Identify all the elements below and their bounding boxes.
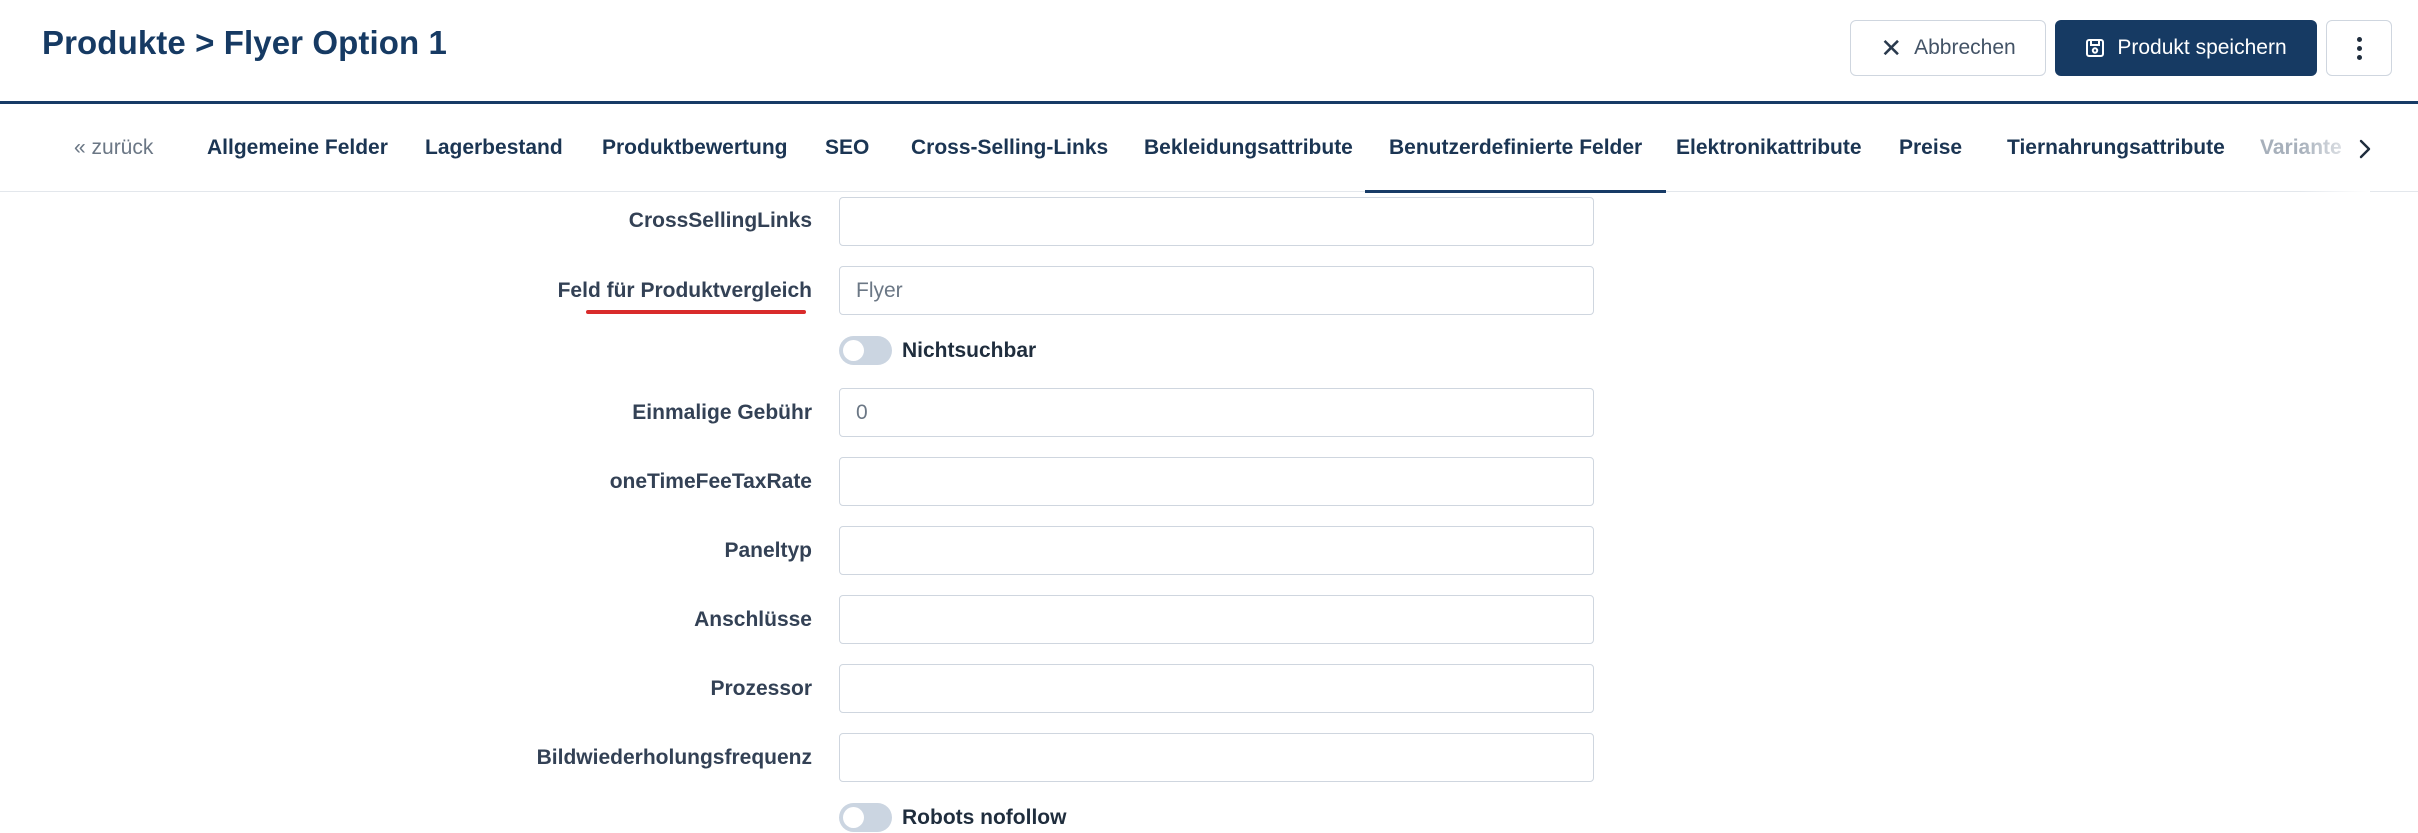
robots-nofollow-label: Robots nofollow	[902, 805, 1067, 829]
refresh-rate-label: Bildwiederholungsfrequenz	[536, 746, 812, 769]
crossselling-links-label: CrossSellingLinks	[628, 209, 812, 232]
connections-label: Anschlüsse	[694, 608, 812, 631]
tab-bar: « zurück Allgemeine Felder Lagerbestand …	[0, 104, 2418, 193]
tab-elektronikattribute[interactable]: Elektronikattribute	[1676, 104, 1862, 192]
robots-nofollow-row: Robots nofollow	[839, 803, 1066, 832]
processor-label: Prozessor	[710, 677, 812, 700]
tab-produktbewertung[interactable]: Produktbewertung	[602, 104, 788, 192]
close-icon: ✕	[1880, 32, 1903, 63]
tab-bekleidungsattribute[interactable]: Bekleidungsattribute	[1144, 104, 1353, 192]
cancel-button-label: Abbrechen	[1914, 36, 2016, 59]
back-link[interactable]: « zurück	[74, 104, 153, 192]
one-time-fee-label: Einmalige Gebühr	[632, 401, 812, 424]
tab-preise[interactable]: Preise	[1899, 104, 1962, 192]
compare-field-input[interactable]	[839, 266, 1594, 315]
save-icon	[2085, 38, 2105, 58]
more-options-button[interactable]	[2326, 20, 2392, 76]
processor-input[interactable]	[839, 664, 1594, 713]
page-title: Produkte > Flyer Option 1	[42, 24, 447, 61]
cancel-button[interactable]: ✕ Abbrechen	[1850, 20, 2046, 76]
tab-benutzerdefinierte-felder[interactable]: Benutzerdefinierte Felder	[1364, 104, 1667, 193]
tab-lagerbestand[interactable]: Lagerbestand	[425, 104, 563, 192]
tab-tiernahrungsattribute[interactable]: Tiernahrungsattribute	[2007, 104, 2225, 192]
not-searchable-label: Nichtsuchbar	[902, 338, 1037, 362]
save-button-label: Produkt speichern	[2117, 36, 2287, 59]
highlight-underline	[586, 310, 806, 314]
chevron-right-icon[interactable]	[2350, 134, 2380, 164]
tab-cross-selling-links[interactable]: Cross-Selling-Links	[911, 104, 1108, 192]
one-time-fee-input[interactable]	[839, 388, 1594, 437]
connections-input[interactable]	[839, 595, 1594, 644]
page-header: Produkte > Flyer Option 1 ✕ Abbrechen Pr…	[0, 0, 2418, 104]
compare-field-label: Feld für Produktvergleich	[557, 279, 812, 302]
save-product-button[interactable]: Produkt speichern	[2055, 20, 2317, 76]
crossselling-links-input[interactable]	[839, 197, 1594, 246]
refresh-rate-input[interactable]	[839, 733, 1594, 782]
robots-nofollow-toggle[interactable]	[839, 803, 892, 832]
not-searchable-row: Nichtsuchbar	[839, 336, 1036, 365]
tab-allgemeine-felder[interactable]: Allgemeine Felder	[207, 104, 388, 192]
custom-fields-form: CrossSellingLinks Feld für Produktvergle…	[0, 193, 2418, 833]
panel-type-label: Paneltyp	[724, 539, 812, 562]
one-time-fee-tax-rate-label: oneTimeFeeTaxRate	[609, 470, 812, 493]
more-vertical-icon	[2356, 36, 2362, 60]
not-searchable-toggle[interactable]	[839, 336, 892, 365]
panel-type-input[interactable]	[839, 526, 1594, 575]
one-time-fee-tax-rate-input[interactable]	[839, 457, 1594, 506]
tab-seo[interactable]: SEO	[825, 104, 869, 192]
